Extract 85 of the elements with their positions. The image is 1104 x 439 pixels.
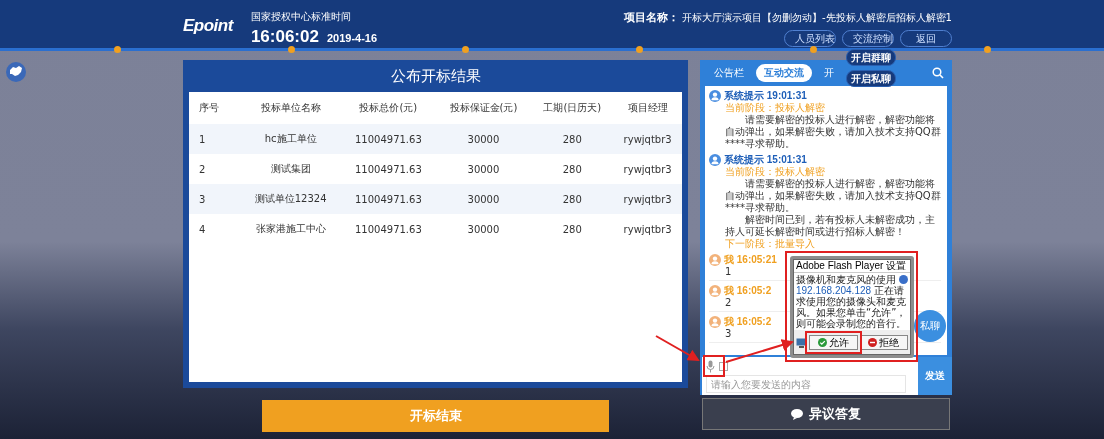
clock-label: 国家授权中心标准时间	[250, 10, 352, 24]
table-cell: 280	[562, 223, 582, 235]
message-input[interactable]: 请输入您要发送的内容	[706, 375, 906, 393]
table-cell: 280	[562, 193, 582, 205]
stage-text: 当前阶段：投标人解密	[724, 166, 826, 178]
next-stage-text: 下一阶段：批量导入	[724, 238, 816, 250]
menu-item[interactable]: 开启私聊	[846, 70, 896, 87]
table-cell: 2	[199, 163, 206, 175]
table-cell: 张家港施工中心	[255, 223, 326, 234]
table-cell: 11004971.63	[354, 133, 422, 145]
stage-text: 当前阶段：投标人解密	[724, 102, 826, 114]
message-sender: 我 16:05:2	[724, 316, 772, 328]
table-cell: 30000	[467, 193, 500, 205]
timeline-dot	[287, 46, 295, 53]
column-header: 工期(日历天)	[543, 102, 602, 113]
table-cell: 11004971.63	[354, 193, 422, 205]
chat-tab[interactable]: 开	[816, 64, 842, 82]
table-cell: rywjqtbr3	[623, 163, 672, 175]
message-sender: 系统提示 15:01:31	[724, 154, 807, 166]
dialog-button[interactable]: 允许	[809, 335, 858, 350]
column-header: 投标保证金(元)	[449, 102, 518, 113]
map-icon[interactable]	[6, 62, 26, 82]
dialog-message: 192.168.204.128 正在请求使用您的摄像头和麦克风。如果您单击“允许”，则可能会录制您的音行。	[796, 285, 908, 329]
timeline-dot	[635, 46, 643, 53]
column-header: 序号	[199, 102, 219, 113]
microphone-icon[interactable]	[706, 359, 715, 373]
avatar-icon	[709, 154, 721, 166]
project-label: 项目名称：	[624, 10, 679, 25]
logo: Epoint	[183, 16, 233, 36]
annotation-arrow	[655, 335, 700, 361]
table-cell: 4	[199, 223, 206, 235]
avatar-icon	[709, 90, 721, 102]
check-icon	[817, 338, 827, 347]
message-text: 2	[725, 297, 732, 309]
timeline-dot	[461, 46, 469, 53]
column-header: 投标单位名称	[260, 102, 321, 113]
stop-icon	[868, 338, 878, 347]
objection-reply-button[interactable]: 异议答复	[702, 398, 950, 430]
message-text: 请需要解密的投标人进行解密，解密功能将自动弹出，如果解密失败，请加入技术支持QQ群****寻求帮助。	[724, 178, 941, 214]
table-cell: 11004971.63	[354, 223, 422, 235]
table-cell: hc施工单位	[264, 133, 317, 144]
highlight-frame	[703, 355, 725, 377]
timeline-dot	[113, 46, 121, 53]
avatar-icon	[709, 316, 721, 328]
table-cell: rywjqtbr3	[623, 223, 672, 235]
table-cell: 测试单位12324	[254, 193, 327, 204]
chat-tab[interactable]: 公告栏	[706, 64, 752, 82]
clock-date: 2019-4-16	[326, 32, 378, 44]
message-sender: 我 16:05:21	[724, 254, 777, 266]
image-icon[interactable]	[719, 361, 728, 371]
message-text: 解密时间已到，若有投标人未解密成功，主持人可延长解密时间或进行招标人解密！	[724, 214, 936, 238]
table-cell: rywjqtbr3	[623, 133, 672, 145]
table-cell: 30000	[467, 223, 500, 235]
avatar-icon	[709, 285, 721, 297]
timeline-dot	[983, 46, 991, 53]
message-text: 3	[725, 328, 732, 340]
table-cell: 3	[199, 193, 206, 205]
chat-tab[interactable]: 互动交流	[756, 64, 812, 82]
message-text: 1	[725, 266, 732, 278]
timeline-dot	[809, 46, 817, 53]
table-cell: 30000	[467, 163, 500, 175]
column-header: 投标总价(元)	[359, 102, 418, 113]
dialog-button[interactable]: 拒绝	[859, 335, 908, 350]
panel-title: 公布开标结果	[389, 66, 482, 87]
dialog-title: Adobe Flash Player 设置	[794, 260, 910, 273]
table-cell: 280	[562, 133, 582, 145]
table-cell: 1	[199, 133, 206, 145]
monitor-icon[interactable]	[796, 337, 807, 348]
message-sender: 我 16:05:2	[724, 285, 772, 297]
column-header: 项目经理	[627, 102, 668, 113]
message-sender: 系统提示 19:01:31	[724, 90, 807, 102]
clock-time: 16:06:02	[250, 27, 319, 47]
message-text: 请需要解密的投标人进行解密，解密功能将自动弹出，如果解密失败，请加入技术支持QQ群****寻求帮助。	[724, 114, 941, 150]
project-name: 开标大厅演示项目【勿删勿动】-先投标人解密后招标人解密1	[682, 11, 952, 25]
annotation-arrow	[725, 339, 794, 363]
table-cell: 11004971.63	[354, 163, 422, 175]
avatar-icon	[709, 254, 721, 266]
speech-bubble-icon	[791, 408, 805, 420]
search-icon[interactable]	[932, 67, 944, 79]
table-cell: 30000	[467, 133, 500, 145]
table-cell: rywjqtbr3	[623, 193, 672, 205]
table-cell: 280	[562, 163, 582, 175]
dialog-heading: 摄像机和麦克风的使用	[796, 274, 896, 285]
table-cell: 测试集团	[270, 163, 311, 174]
menu-item[interactable]: 开启群聊	[846, 49, 896, 66]
